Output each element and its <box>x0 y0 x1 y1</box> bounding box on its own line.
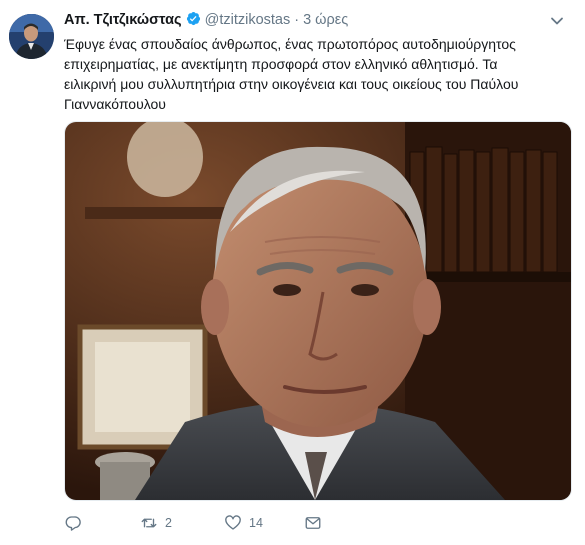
tweet-timestamp[interactable]: 3 ώρες <box>303 12 348 28</box>
retweet-button[interactable]: 2 <box>140 512 172 534</box>
portrait-photo <box>65 122 571 500</box>
separator-dot: · <box>294 12 300 28</box>
reply-icon <box>65 516 81 531</box>
author-name[interactable]: Απ. Τζιτζικώστας <box>64 12 182 28</box>
direct-message-button[interactable] <box>304 512 322 534</box>
tweet-card: Απ. Τζιτζικώστας @tzitzikostas · 3 ώρες Έφ… <box>0 0 585 545</box>
tweet-header: Απ. Τζιτζικώστας @tzitzikostas · 3 ώρες <box>64 11 348 31</box>
tweet-photo[interactable] <box>64 121 572 501</box>
tweet-text-line: επιχειρηματίας, με ανεκτίμητη προσφορά σ… <box>64 56 498 72</box>
envelope-icon <box>305 517 321 529</box>
verified-badge-icon <box>186 11 201 26</box>
like-button[interactable]: 14 <box>224 512 263 534</box>
author-handle[interactable]: @tzitzikostas <box>205 12 291 28</box>
chevron-down-icon[interactable] <box>550 14 564 28</box>
heart-icon <box>225 515 241 530</box>
avatar[interactable] <box>9 14 54 59</box>
tweet-text-line: ειλικρινή μου συλλυπητήρια στην οικογένε… <box>64 76 519 92</box>
tweet-text-line: Γιαννακόπουλου <box>64 96 166 112</box>
avatar-image <box>9 14 54 59</box>
tweet-actions: 2 14 <box>64 512 364 534</box>
reply-button[interactable] <box>64 512 89 534</box>
tweet-text: Έφυγε ένας σπουδαίος άνθρωπος, ένας πρωτ… <box>64 34 574 114</box>
retweet-count: 2 <box>165 516 172 530</box>
retweet-icon <box>141 518 157 528</box>
tweet-text-line: Έφυγε ένας σπουδαίος άνθρωπος, ένας πρωτ… <box>64 36 516 52</box>
like-count: 14 <box>249 516 263 530</box>
